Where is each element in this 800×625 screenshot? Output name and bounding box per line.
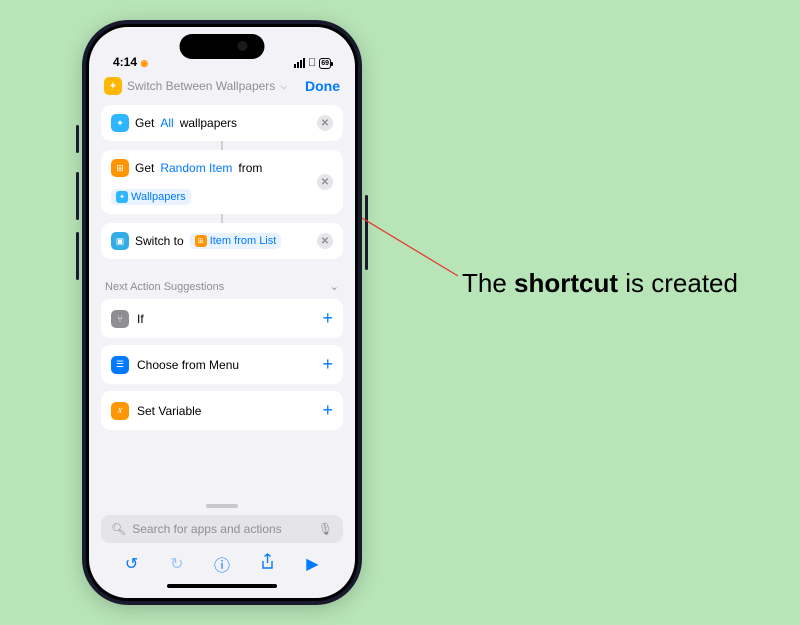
connector [221,141,223,150]
search-input[interactable]: 🔍︎ Search for apps and actions 🎙︎ [101,515,343,543]
drag-handle[interactable] [206,504,238,508]
signal-icon [294,58,305,68]
list-icon: ⊞ [195,235,207,247]
search-placeholder: Search for apps and actions [132,522,281,536]
action-switch-wallpaper[interactable]: ▣ Switch to ⊞Item from List ✕ [101,223,343,259]
info-button[interactable]: ⓘ [211,552,233,576]
volume-down [76,232,79,280]
mic-icon[interactable]: 🎙︎ [318,522,333,536]
callout-line [362,218,462,298]
annotation-text: The shortcut is created [460,265,740,303]
run-button[interactable]: ▶ [301,554,323,574]
wifi-icon: ︎ [308,57,316,69]
share-button[interactable] [256,553,278,575]
bottom-panel: 🔍︎ Search for apps and actions 🎙︎ ↺ ↻ ⓘ … [89,498,355,598]
home-indicator[interactable] [167,584,277,588]
add-icon[interactable]: + [322,354,333,375]
screen: 4:14 ◉ ︎ 69 ✦ Switch Between Wallpapers… [89,27,355,598]
suggestions-header[interactable]: Next Action Suggestions ⌄ [101,268,343,299]
clear-action-icon[interactable]: ✕ [317,233,333,249]
phone-frame: 4:14 ◉ ︎ 69 ✦ Switch Between Wallpapers… [82,20,362,605]
redo-button[interactable]: ↻ [166,554,188,574]
suggestion-if[interactable]: ⑂ If + [101,299,343,338]
chevron-down-icon: ⌄ [330,280,339,293]
side-button [76,125,79,153]
clear-action-icon[interactable]: ✕ [317,174,333,190]
suggestion-choose-menu[interactable]: ☰ Choose from Menu + [101,345,343,384]
list-icon: ⊞ [111,159,129,177]
suggestion-label: If [137,312,144,326]
add-icon[interactable]: + [322,400,333,421]
add-icon[interactable]: + [322,308,333,329]
chevron-down-icon: ⌵ [280,81,287,92]
volume-up [76,172,79,220]
wallpaper-icon: ✦ [116,191,128,203]
shortcut-name: Switch Between Wallpapers [127,79,275,93]
variable-item-from-list[interactable]: ⊞Item from List [190,233,282,249]
variable-wallpapers[interactable]: ✦Wallpapers [111,189,191,205]
suggestion-label: Set Variable [137,404,201,418]
suggestion-set-variable[interactable]: 𝑥 Set Variable + [101,391,343,430]
action-get-wallpapers[interactable]: ✦ Get All wallpapers ✕ [101,105,343,141]
power-button [365,195,368,270]
shortcut-app-icon: ✦ [104,77,122,95]
undo-button[interactable]: ↺ [121,554,143,574]
wallpaper-icon: ✦ [111,114,129,132]
header: ✦ Switch Between Wallpapers ⌵ Done [89,71,355,105]
recording-icon: ◉ [140,58,148,68]
action-get-random[interactable]: ⊞ Get Random Item from ✕ ✦Wallpapers [101,150,343,214]
suggestion-label: Choose from Menu [137,358,239,372]
if-icon: ⑂ [111,310,129,328]
connector [221,214,223,223]
suggestions-title: Next Action Suggestions [105,281,224,293]
menu-icon: ☰ [111,356,129,374]
dynamic-island [180,34,265,59]
variable-icon: 𝑥 [111,402,129,420]
switch-icon: ▣ [111,232,129,250]
toolbar: ↺ ↻ ⓘ ▶ [101,543,343,580]
status-time: 4:14 ◉ [113,55,148,69]
actions-list: ✦ Get All wallpapers ✕ ⊞ Get Random Item… [89,105,355,498]
shortcut-title[interactable]: ✦ Switch Between Wallpapers ⌵ [104,77,287,95]
search-icon: 🔍︎ [111,522,126,536]
done-button[interactable]: Done [305,78,340,94]
clear-action-icon[interactable]: ✕ [317,115,333,131]
battery-icon: 69 [319,58,331,69]
